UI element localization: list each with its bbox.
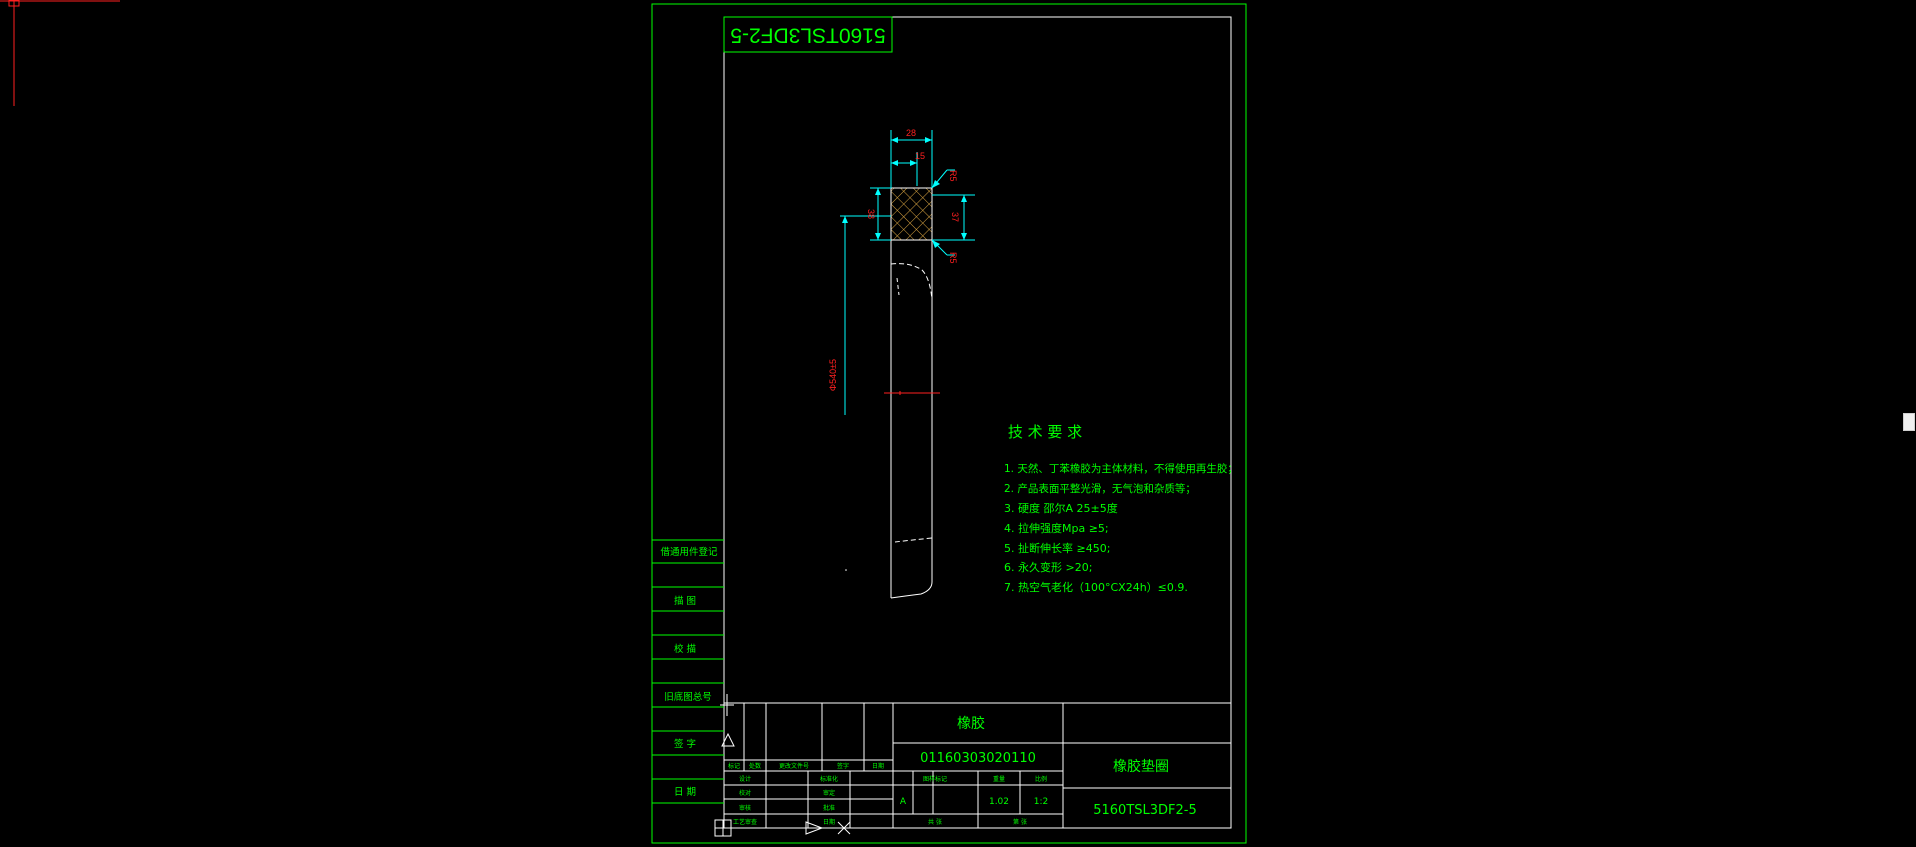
tech-req-item: 2. 产品表面平整光滑，无气泡和杂质等； <box>1004 482 1196 495</box>
scrollbar-thumb[interactable] <box>1903 413 1915 431</box>
stage-header: 图样标记 <box>923 775 947 783</box>
tech-req-item: 7. 热空气老化（100°CX24h）≤0.9. <box>1004 580 1188 594</box>
side-label: 签 字 <box>674 738 696 750</box>
staff-role: 校对 <box>739 789 751 797</box>
dim-37: 37 <box>950 212 960 222</box>
side-label: 旧底图总号 <box>664 691 712 703</box>
material-code: 01160303020110 <box>920 751 1036 766</box>
weight-value: 1.02 <box>989 797 1009 807</box>
stage-mark: A <box>900 797 907 807</box>
tech-req-item: 3. 硬度 邵尔A 25±5度 <box>1004 501 1118 515</box>
dim-15: 15 <box>915 151 925 161</box>
sheet-total: 共 张 <box>928 818 942 826</box>
staff-role: 审核 <box>739 804 751 812</box>
rev-header: 日期 <box>872 762 884 770</box>
tech-req-item: 1. 天然、丁苯橡胶为主体材料，不得使用再生胶； <box>1004 462 1238 475</box>
dimension-texts: 28 15 R5 R5 37 38 Φ540±5 <box>828 128 960 391</box>
side-label: 描 图 <box>674 595 696 607</box>
rev-header: 处数 <box>749 762 761 770</box>
dim-r5-bottom: R5 <box>948 252 958 264</box>
stage-header: 重量 <box>993 775 1005 783</box>
stage-header: 比例 <box>1035 775 1047 783</box>
dim-28: 28 <box>906 128 916 138</box>
dim-diameter: Φ540±5 <box>828 359 838 391</box>
stamp-text: 5160TSL3DF2-5 <box>730 24 885 47</box>
sheet-number: 第 张 <box>1013 818 1027 826</box>
rev-header: 标记 <box>728 762 740 770</box>
gasket-section <box>845 187 940 599</box>
side-label: 校 描 <box>674 643 697 655</box>
staff-role: 工艺审查 <box>733 818 757 826</box>
section-hatch <box>890 187 933 241</box>
outer-frame <box>651 3 1247 844</box>
vertical-scrollbar[interactable] <box>1902 0 1916 847</box>
scale-value: 1:2 <box>1034 797 1048 807</box>
staff-role: 设计 <box>739 775 751 783</box>
mirrored-stamp: 5160TSL3DF2-5 <box>723 16 893 53</box>
tech-requirements: 技 术 要 求 1. 天然、丁苯橡胶为主体材料，不得使用再生胶； 2. 产品表面… <box>1004 423 1238 594</box>
cad-drawing-canvas[interactable]: 5160TSL3DF2-5 28 15 R5 R5 37 38 Φ540±5 技… <box>0 0 1916 847</box>
side-label: 借通用件登记 <box>660 546 718 558</box>
rev-header: 签字 <box>837 762 849 770</box>
side-record-table: 借通用件登记 描 图 校 描 旧底图总号 签 字 日 期 <box>652 539 724 804</box>
staff-role: 标准化 <box>820 775 838 783</box>
part-name: 橡胶垫圈 <box>1113 758 1169 775</box>
tech-req-item: 5. 扯断伸长率 ≥450; <box>1004 541 1110 555</box>
tech-req-item: 4. 拉伸强度Mpa ≥5; <box>1004 521 1109 535</box>
dim-38: 38 <box>866 209 876 219</box>
staff-role: 批准 <box>823 804 835 812</box>
tech-req-item: 6. 永久变形 >20; <box>1004 560 1092 574</box>
tech-req-title: 技 术 要 求 <box>1008 423 1082 441</box>
staff-role: 日期 <box>823 818 835 826</box>
inner-frame <box>723 16 1232 829</box>
dim-r5-top: R5 <box>948 170 958 182</box>
rev-header: 更改文件号 <box>779 762 809 770</box>
staff-role: 审定 <box>823 789 835 797</box>
drawing-number: 5160TSL3DF2-5 <box>1093 803 1197 818</box>
side-label: 日 期 <box>674 787 696 798</box>
ucs-cursor-icon <box>0 0 120 106</box>
material-name: 橡胶 <box>957 715 985 732</box>
